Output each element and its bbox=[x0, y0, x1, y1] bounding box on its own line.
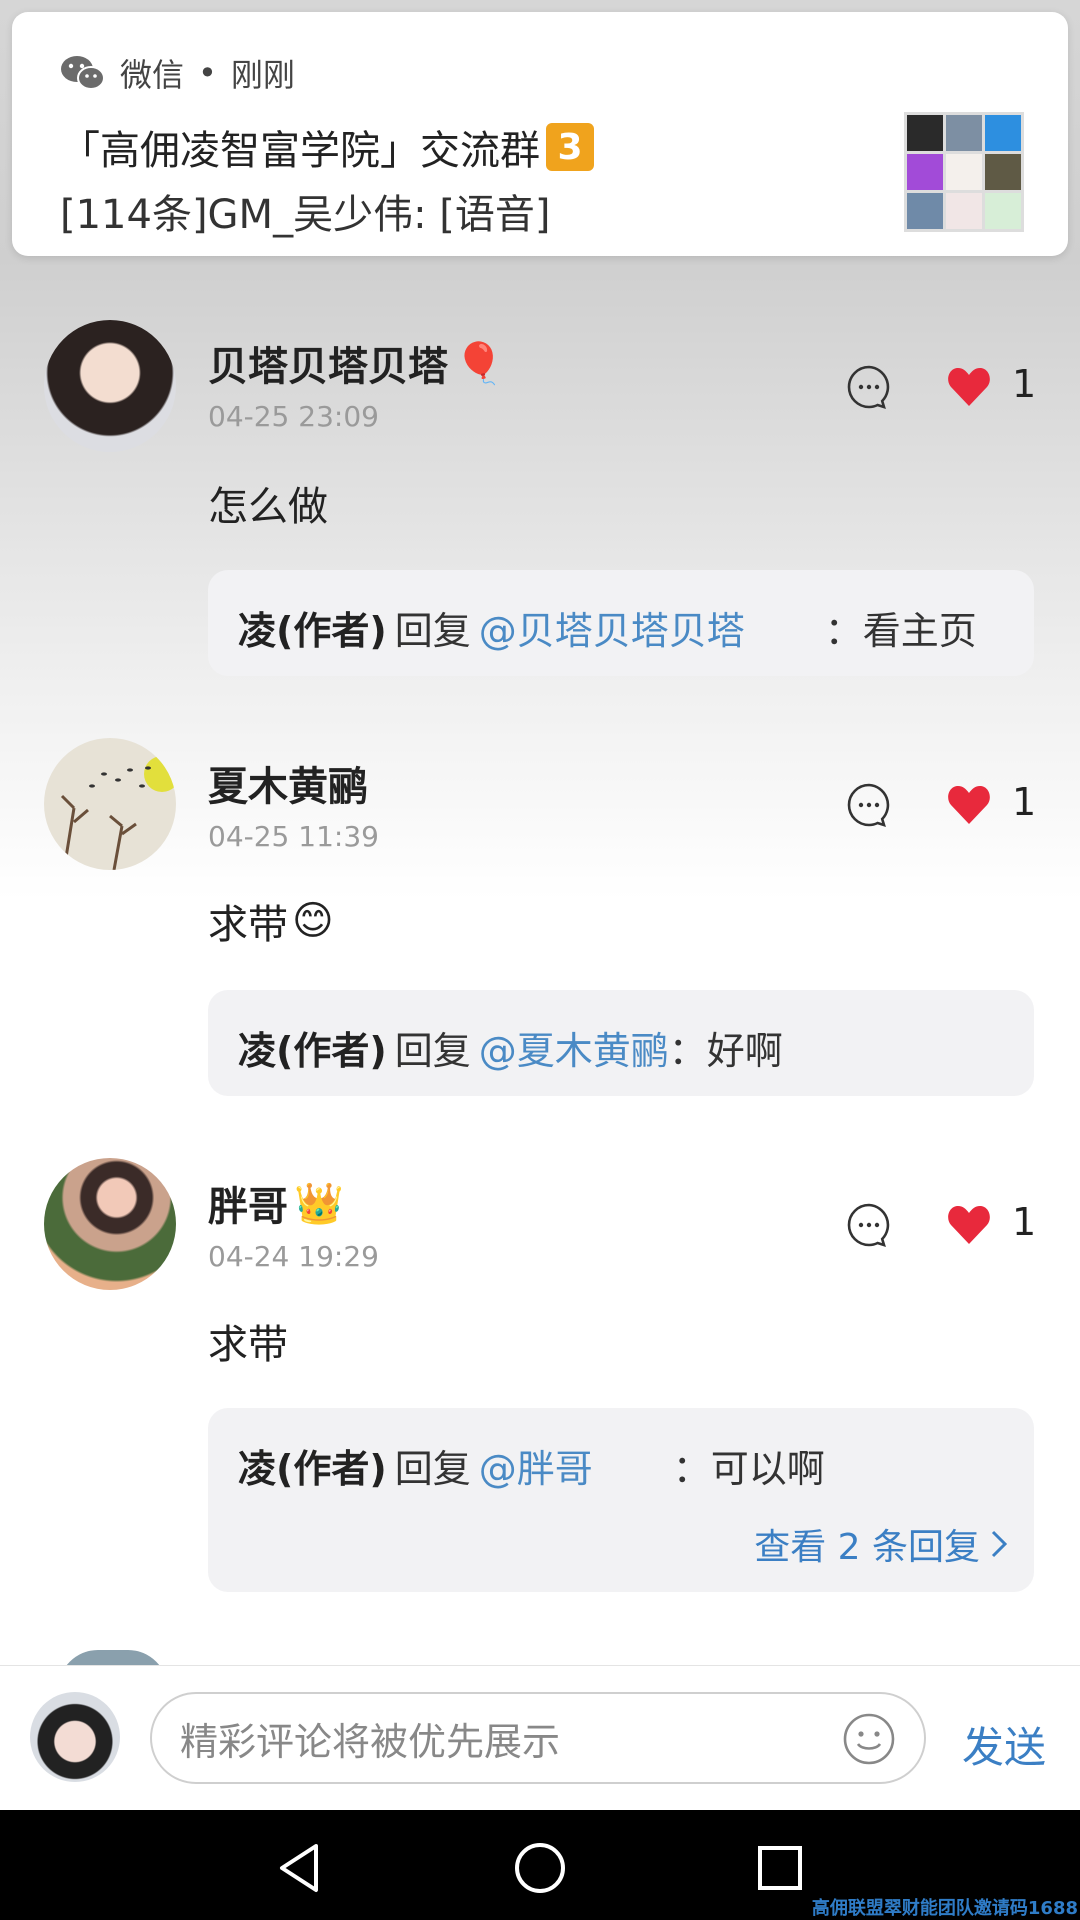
reply-colon: ： bbox=[672, 1447, 711, 1491]
back-icon[interactable] bbox=[272, 1840, 328, 1896]
notification-time: 刚刚 bbox=[230, 56, 295, 94]
my-avatar[interactable] bbox=[30, 1692, 120, 1782]
reply-mention[interactable]: @贝塔贝塔贝塔 bbox=[479, 600, 745, 655]
smile-emoji: 😊 bbox=[292, 898, 334, 944]
view-replies-text: 查看 2 条回复 bbox=[754, 1527, 980, 1568]
avatar-art bbox=[60, 756, 176, 870]
reply-mention[interactable]: @夏木黄鹂 bbox=[479, 1020, 669, 1075]
reply-box[interactable]: 凌(作者) 回复 @贝塔贝塔贝塔 ： 看主页 bbox=[208, 570, 1034, 676]
reply-line: 凌(作者) 回复 @胖哥 ： 可以啊 bbox=[238, 1438, 825, 1493]
reply-word: 回复 bbox=[394, 609, 471, 653]
commenter-name-text: 贝塔贝塔贝塔 bbox=[208, 344, 448, 390]
like-heart-icon[interactable] bbox=[946, 1202, 992, 1248]
recents-icon[interactable] bbox=[752, 1840, 808, 1896]
comment-reply-icon[interactable] bbox=[846, 1202, 892, 1248]
wechat-icon bbox=[61, 56, 105, 90]
comment-text: 怎么做 bbox=[208, 474, 328, 532]
balloon-emoji: 🎈 bbox=[454, 340, 504, 387]
like-count: 1 bbox=[1012, 1200, 1037, 1244]
comment-input[interactable]: 精彩评论将被优先展示 bbox=[150, 1692, 926, 1784]
comment-text-content: 求带 bbox=[208, 1322, 288, 1368]
reply-box[interactable]: 凌(作者) 回复 @胖哥 ： 可以啊 查看 2 条回复 bbox=[208, 1408, 1034, 1592]
reply-line: 凌(作者) 回复 @贝塔贝塔贝塔 ： 看主页 bbox=[238, 600, 977, 655]
avatar[interactable] bbox=[44, 320, 176, 452]
commenter-name[interactable]: 胖哥 👑 bbox=[208, 1174, 344, 1232]
reply-line: 凌(作者) 回复 @夏木黄鹂 ： 好啊 bbox=[238, 1020, 783, 1075]
comment-reply-icon[interactable] bbox=[846, 364, 892, 410]
comment-text: 求带 😊 bbox=[208, 892, 334, 950]
watermark-text: 高佣联盟翠财能团队邀请码1688 bbox=[811, 1898, 1078, 1919]
comment-input-placeholder: 精彩评论将被优先展示 bbox=[180, 1719, 561, 1764]
comment-time: 04-25 23:09 bbox=[208, 400, 379, 433]
group-avatar bbox=[904, 112, 1024, 232]
view-replies-link[interactable]: 查看 2 条回复 bbox=[754, 1518, 1008, 1570]
reply-mention[interactable]: @胖哥 bbox=[479, 1438, 593, 1493]
crown-emoji: 👑 bbox=[294, 1180, 344, 1227]
android-navigation-bar: 高佣联盟翠财能团队邀请码1688 bbox=[0, 1810, 1080, 1920]
reply-colon: ： bbox=[668, 1029, 707, 1073]
comment-time: 04-24 19:29 bbox=[208, 1240, 379, 1273]
reply-text: 好啊 bbox=[706, 1029, 783, 1073]
avatar[interactable] bbox=[44, 1158, 176, 1290]
avatar[interactable] bbox=[44, 738, 176, 870]
reply-box[interactable]: 凌(作者) 回复 @夏木黄鹂 ： 好啊 bbox=[208, 990, 1034, 1096]
comment-input-bar: 精彩评论将被优先展示 发送 bbox=[0, 1665, 1080, 1811]
reply-author[interactable]: 凌(作者) bbox=[238, 1020, 387, 1075]
like-count: 1 bbox=[1012, 362, 1037, 406]
notification-body: [114条]GM_吴少伟: [语音] bbox=[60, 192, 551, 238]
send-button[interactable]: 发送 bbox=[962, 1714, 1046, 1775]
reply-text: 可以啊 bbox=[710, 1447, 825, 1491]
comment-text-content: 怎么做 bbox=[208, 484, 328, 530]
comment-text-content: 求带 bbox=[208, 902, 288, 948]
emoji-icon[interactable] bbox=[842, 1712, 896, 1766]
reply-author[interactable]: 凌(作者) bbox=[238, 1438, 387, 1493]
comment-text: 求带 bbox=[208, 1312, 288, 1370]
number-badge: 3 bbox=[546, 123, 594, 171]
notification-title-text: 「高佣凌智富学院」交流群 bbox=[60, 128, 540, 174]
chevron-right-icon bbox=[991, 1530, 1008, 1558]
commenter-name[interactable]: 贝塔贝塔贝塔 🎈 bbox=[208, 334, 504, 392]
like-heart-icon[interactable] bbox=[946, 782, 992, 828]
reply-word: 回复 bbox=[394, 1029, 471, 1073]
notification-header: 微信 • 刚刚 bbox=[60, 50, 295, 96]
comment-reply-icon[interactable] bbox=[846, 782, 892, 828]
reply-word: 回复 bbox=[394, 1447, 471, 1491]
reply-text: 看主页 bbox=[862, 609, 977, 653]
notification-title: 「高佣凌智富学院」交流群 3 bbox=[60, 118, 594, 176]
commenter-name[interactable]: 夏木黄鹂 bbox=[208, 754, 368, 812]
commenter-name-text: 胖哥 bbox=[208, 1184, 288, 1230]
reply-colon: ： bbox=[824, 609, 863, 653]
like-count: 1 bbox=[1012, 780, 1037, 824]
home-icon[interactable] bbox=[512, 1840, 568, 1896]
wechat-notification[interactable]: 微信 • 刚刚 「高佣凌智富学院」交流群 3 [114条]GM_吴少伟: [语音… bbox=[12, 12, 1068, 256]
commenter-name-text: 夏木黄鹂 bbox=[208, 764, 368, 810]
like-heart-icon[interactable] bbox=[946, 364, 992, 410]
notification-app-name: 微信 bbox=[120, 56, 185, 94]
notification-dot: • bbox=[198, 54, 217, 92]
reply-author[interactable]: 凌(作者) bbox=[238, 600, 387, 655]
comment-time: 04-25 11:39 bbox=[208, 820, 379, 853]
